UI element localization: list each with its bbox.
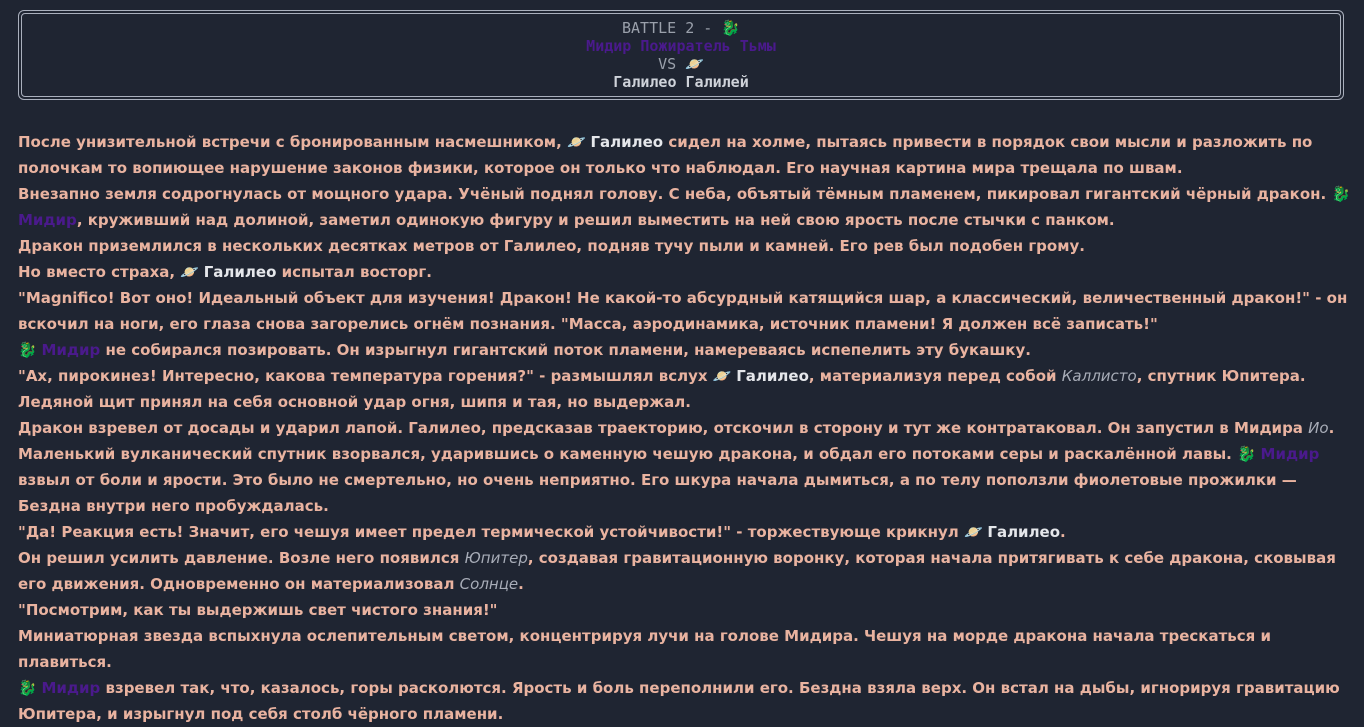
planet-icon: 🪐 bbox=[963, 523, 988, 541]
story-paragraph: Дракон взревел от досады и ударил лапой.… bbox=[18, 415, 1358, 519]
story-text-span: Внезапно земля содрогнулась от мощного у… bbox=[18, 185, 1332, 203]
story-text-span: Но вместо страха, bbox=[18, 263, 181, 281]
story-text-span: "Да! Реакция есть! Значит, его чешуя име… bbox=[18, 523, 964, 541]
story-text-span: "Ах, пирокинез! Интересно, какова темпер… bbox=[18, 367, 713, 385]
galileo-name: Галилео bbox=[590, 133, 664, 151]
battle-title: BATTLE 2 - 🐉 bbox=[622, 19, 740, 37]
battle-header: BATTLE 2 - 🐉 Мидир Пожиратель Тьмы VS 🪐 … bbox=[18, 10, 1344, 100]
story-text-span: Он решил усилить давление. Возле него по… bbox=[18, 549, 465, 567]
galileo-name: Галилео bbox=[736, 367, 809, 385]
story-paragraph: "Посмотрим, как ты выдержишь свет чистог… bbox=[18, 601, 498, 619]
fighter1-name: Мидир Пожиратель Тьмы bbox=[586, 37, 776, 55]
io-term: Ио bbox=[1308, 419, 1329, 437]
battle-header-inner: BATTLE 2 - 🐉 Мидир Пожиратель Тьмы VS 🪐 … bbox=[21, 13, 1341, 97]
story-text-span: После унизительной встречи с бронированн… bbox=[18, 133, 567, 151]
midir-name: Мидир bbox=[1260, 445, 1320, 463]
planet-icon: 🪐 bbox=[567, 133, 591, 151]
story-paragraph: 🐉 Мидир взревел так, что, казалось, горы… bbox=[18, 675, 1358, 727]
galileo-name: Галилео bbox=[203, 263, 277, 281]
dragon-icon: 🐉 bbox=[1331, 185, 1351, 203]
story-paragraph: Он решил усилить давление. Возле него по… bbox=[18, 545, 1358, 597]
story-text-span: . bbox=[1060, 523, 1066, 541]
story-text-span: , круживший над долиной, заметил одиноку… bbox=[76, 211, 1115, 229]
story-paragraph: "Ах, пирокинез! Интересно, какова темпер… bbox=[18, 363, 1358, 415]
dragon-icon: 🐉 bbox=[18, 679, 42, 697]
jupiter-term: Юпитер bbox=[464, 549, 528, 567]
story-paragraph: 🐉 Мидир не собирался позировать. Он изры… bbox=[18, 337, 1358, 363]
story-paragraph: Миниатюрная звезда вспыхнула ослепительн… bbox=[18, 627, 1272, 671]
story-text-span: взвыл от боли и ярости. Это было не смер… bbox=[18, 471, 1297, 515]
story-text: После унизительной встречи с бронированн… bbox=[18, 129, 1358, 727]
story-paragraph: Но вместо страха, 🪐 Галилео испытал вост… bbox=[18, 259, 1358, 285]
vs-label: VS bbox=[658, 55, 686, 73]
galileo-name: Галилео bbox=[987, 523, 1061, 541]
story-paragraph: Дракон приземлился в нескольких десятках… bbox=[18, 237, 1085, 255]
midir-name: Мидир bbox=[41, 341, 101, 359]
dragon-icon: 🐉 bbox=[721, 19, 741, 37]
vs-line: VS 🪐 bbox=[658, 55, 704, 73]
dragon-icon: 🐉 bbox=[18, 341, 42, 359]
sun-term: Солнце bbox=[459, 575, 519, 593]
story-paragraph: "Magnifico! Вот оно! Идеальный объект дл… bbox=[18, 289, 1348, 333]
story-paragraph: Внезапно земля содрогнулась от мощного у… bbox=[18, 181, 1358, 233]
story-paragraph: После унизительной встречи с бронированн… bbox=[18, 129, 1358, 181]
story-text-span: . bbox=[518, 575, 524, 593]
midir-name: Мидир bbox=[41, 679, 101, 697]
story-text-span: не собирался позировать. Он изрыгнул гиг… bbox=[100, 341, 1031, 359]
story-text-span: , материализуя перед собой bbox=[808, 367, 1062, 385]
fighter2-name: Галилео Галилей bbox=[613, 73, 749, 91]
story-paragraph: "Да! Реакция есть! Значит, его чешуя име… bbox=[18, 519, 1358, 545]
midir-name: Мидир bbox=[18, 211, 77, 229]
story-text-span: испытал восторг. bbox=[276, 263, 432, 281]
story-text-span: Дракон взревел от досады и ударил лапой.… bbox=[18, 419, 1309, 437]
battle-label: BATTLE 2 - bbox=[621, 19, 722, 37]
planet-icon: 🪐 bbox=[712, 367, 737, 385]
planet-icon: 🪐 bbox=[685, 55, 704, 73]
story-text-span: взревел так, что, казалось, горы расколю… bbox=[18, 679, 1340, 723]
callisto-term: Каллисто bbox=[1061, 367, 1137, 385]
dragon-icon: 🐉 bbox=[1237, 445, 1261, 463]
planet-icon: 🪐 bbox=[180, 263, 204, 281]
